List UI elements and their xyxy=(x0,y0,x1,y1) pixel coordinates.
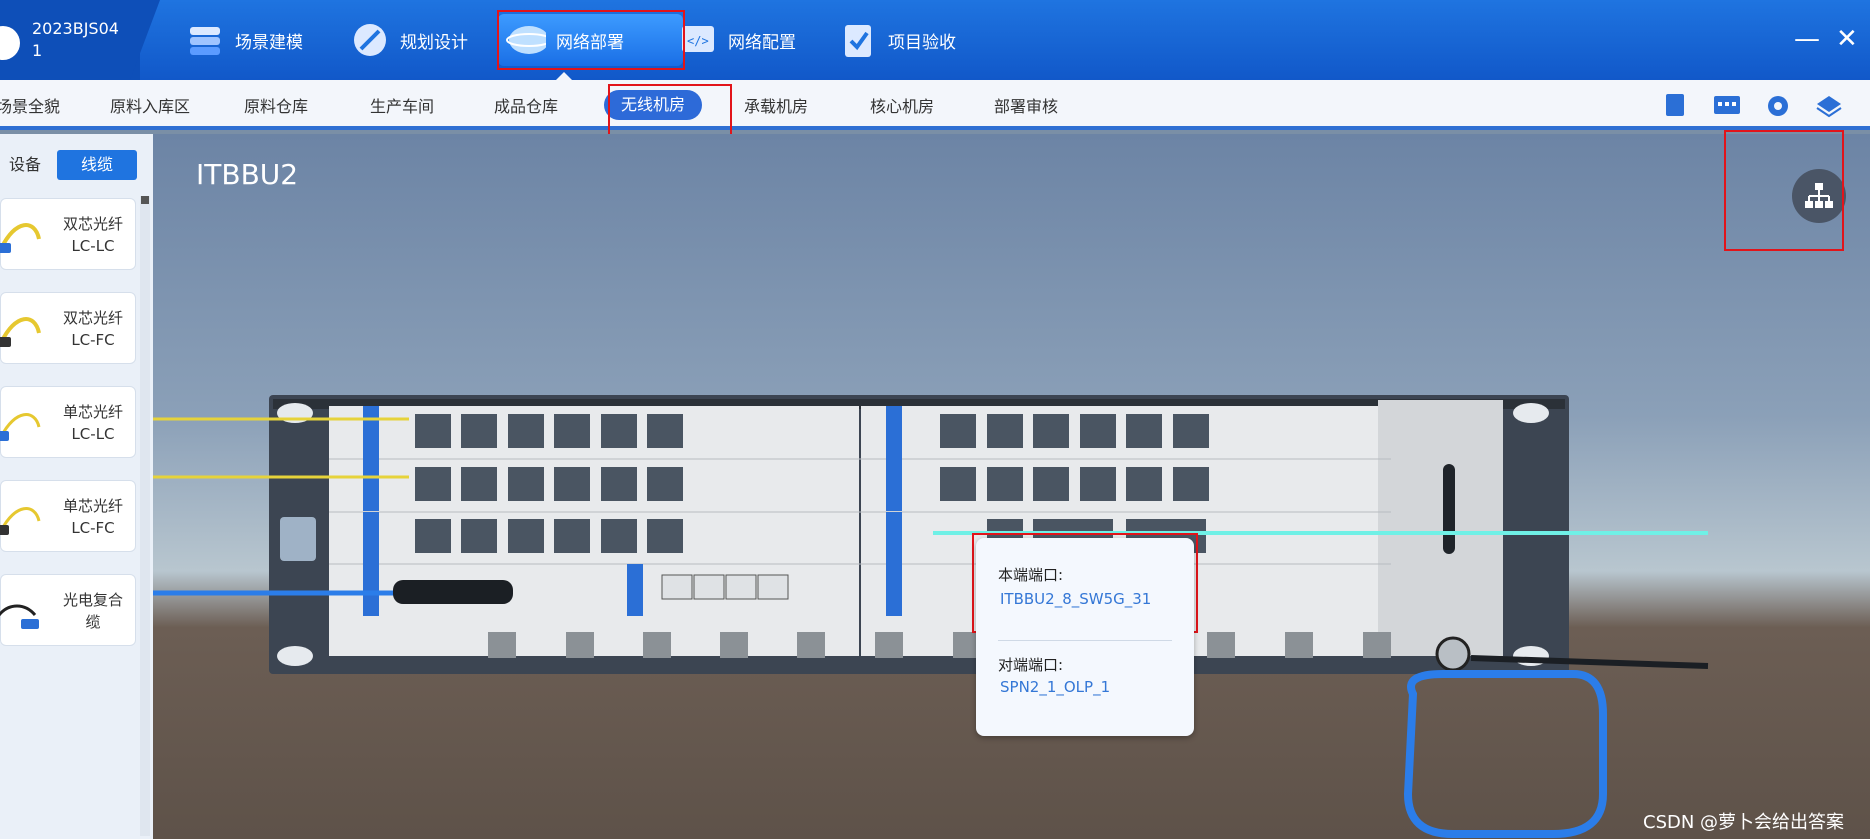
scrollbar-thumb[interactable] xyxy=(141,196,149,204)
cable-item-label: 单芯光纤 LC-FC xyxy=(62,497,123,537)
subnav-item[interactable]: 场景全貌 xyxy=(0,93,60,117)
cable-item-label: 单芯光纤 LC-LC xyxy=(62,403,123,443)
divider xyxy=(998,640,1172,641)
checklist-icon xyxy=(838,20,878,60)
active-pointer xyxy=(556,72,572,80)
tab-devices[interactable]: 设备 xyxy=(0,150,50,180)
cable-item-label: 光电复合 缆 xyxy=(62,591,123,631)
nav-label: 场景建模 xyxy=(235,32,303,53)
subnav-item[interactable]: 核心机房 xyxy=(870,93,934,117)
gear-icon[interactable] xyxy=(1766,94,1790,116)
cable-item-lc-lc-single[interactable]: 单芯光纤 LC-LC xyxy=(0,386,136,458)
document-icon[interactable] xyxy=(1664,94,1688,116)
nav-label: 项目验收 xyxy=(888,32,956,53)
nav-label: 规划设计 xyxy=(400,32,468,53)
minimize-button[interactable]: — xyxy=(1794,24,1820,54)
compass-icon xyxy=(350,20,390,60)
local-port-value: ITBBU2_8_SW5G_31 xyxy=(1000,590,1152,608)
nav-divider xyxy=(120,0,160,80)
nav-item-acceptance[interactable]: 项目验收 xyxy=(838,14,956,66)
sub-navigation-bar: 场景全貌 原料入库区 原料仓库 生产车间 成品仓库 无线机房 承载机房 核心机房… xyxy=(0,80,1870,140)
rack-icon[interactable] xyxy=(1714,94,1740,116)
cable-item-lc-lc-duplex[interactable]: 双芯光纤 LC-LC xyxy=(0,198,136,270)
nav-item-planning[interactable]: 规划设计 xyxy=(350,14,468,66)
nav-item-scene-modeling[interactable]: 场景建模 xyxy=(185,14,303,66)
subnav-item[interactable]: 生产车间 xyxy=(370,93,434,117)
subnav-item[interactable]: 原料入库区 xyxy=(110,93,190,117)
cable-item-label: 双芯光纤 LC-FC xyxy=(62,309,123,349)
local-port-label: 本端端口: xyxy=(998,566,1064,584)
nav-item-network-config[interactable]: </> 网络配置 xyxy=(678,14,796,66)
subnav-item[interactable]: 原料仓库 xyxy=(244,93,308,117)
highlight-box xyxy=(608,84,732,140)
layers-icon xyxy=(185,20,225,60)
cable-item-lc-fc-single[interactable]: 单芯光纤 LC-FC xyxy=(0,480,136,552)
svg-text:</>: </> xyxy=(687,34,709,48)
tab-cables[interactable]: 线缆 xyxy=(57,150,137,180)
fiber-cable-icon xyxy=(0,317,41,347)
subnav-item[interactable]: 成品仓库 xyxy=(494,93,558,117)
user-panel: 2023BJS041 xyxy=(0,0,140,80)
sidebar-scrollbar[interactable] xyxy=(140,196,150,836)
avatar[interactable] xyxy=(0,26,20,60)
composite-cable-icon xyxy=(0,604,39,629)
port-info-tooltip: 本端端口: ITBBU2_8_SW5G_31 对端端口: SPN2_1_OLP_… xyxy=(976,538,1194,736)
subnav-item[interactable]: 部署审核 xyxy=(994,93,1058,117)
subnav-item[interactable]: 承载机房 xyxy=(744,93,808,117)
cable-item-opto-electric[interactable]: 光电复合 缆 xyxy=(0,574,136,646)
user-id: 2023BJS041 xyxy=(32,19,119,60)
sidebar: 设备 线缆 双芯光纤 LC-LC 双芯光纤 LC-FC 单芯光纤 LC-LC 单… xyxy=(0,134,153,839)
cable-item-label: 双芯光纤 LC-LC xyxy=(62,215,123,255)
fiber-cable-icon xyxy=(0,507,41,535)
top-navigation-bar: 2023BJS041 场景建模 规划设计 网络部署 </> 网络配置 项目验收 … xyxy=(0,0,1870,80)
highlight-box xyxy=(497,10,685,70)
layers-view-icon[interactable] xyxy=(1816,94,1842,118)
watermark: CSDN @萝卜会给出答案 xyxy=(1643,812,1845,833)
close-button[interactable]: ✕ xyxy=(1836,24,1858,54)
fiber-cable-icon xyxy=(0,223,41,253)
nav-label: 网络配置 xyxy=(728,32,796,53)
remote-port-label: 对端端口: xyxy=(998,656,1064,674)
remote-port-value: SPN2_1_OLP_1 xyxy=(1000,678,1111,696)
cable-item-lc-fc-duplex[interactable]: 双芯光纤 LC-FC xyxy=(0,292,136,364)
fiber-cable-icon xyxy=(0,413,41,441)
